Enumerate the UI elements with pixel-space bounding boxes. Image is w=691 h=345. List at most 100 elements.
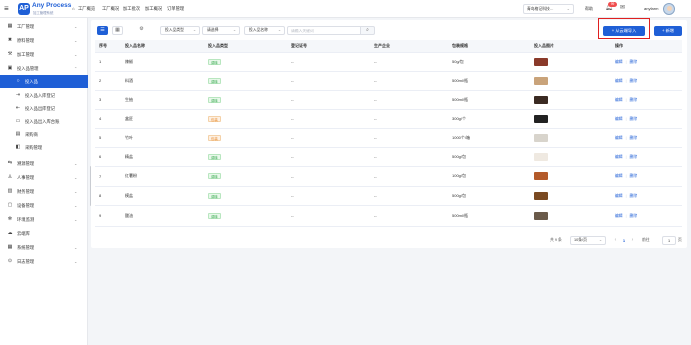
input-image[interactable] (534, 114, 548, 123)
column-header[interactable]: 投入品名称 (121, 40, 204, 53)
input-type-cell: 调味 (204, 90, 287, 110)
table-row[interactable]: 1 辣椒 调味 -- -- 50g/包 编辑 | 删除 (95, 52, 682, 72)
nav-item-process-overview[interactable]: 加工概况 (145, 6, 162, 12)
input-type-cell: 调味 (204, 147, 287, 167)
column-header[interactable]: 操作 (611, 40, 682, 53)
delete-button[interactable]: 删除 (630, 174, 638, 178)
edit-button[interactable]: 编辑 (615, 117, 623, 121)
sidebar-item-trace[interactable]: ⇆ 溯源管理 ⌄ (0, 157, 88, 170)
table-row[interactable]: 3 生抽 调味 -- -- 500ml/瓶 编辑 | 删除 (95, 90, 682, 110)
registration-number: -- (287, 90, 370, 110)
sidebar-item-log[interactable]: ⊙ 日志管理 ⌄ (0, 255, 88, 268)
column-header[interactable]: 登记证号 (287, 40, 370, 53)
sidebar-item-inbound[interactable]: ⇥ 投入品入库登记 (0, 89, 88, 102)
edit-button[interactable]: 编辑 (615, 194, 623, 198)
nav-item-batch[interactable]: 加工批次 (123, 6, 140, 12)
next-page-icon[interactable]: › (629, 236, 636, 245)
edit-button[interactable]: 编辑 (615, 174, 623, 178)
list-view-button[interactable]: ☰ (97, 26, 108, 35)
column-header[interactable]: 投入品图片 (530, 40, 611, 53)
delete-button[interactable]: 删除 (630, 79, 638, 83)
delete-button[interactable]: 删除 (630, 117, 638, 121)
sidebar-item-input[interactable]: ○ 投入品 (0, 75, 88, 88)
delete-button[interactable]: 删除 (630, 98, 638, 102)
add-button[interactable]: + 新增 (654, 26, 682, 36)
table-row[interactable]: 8 模盐 调味 -- -- 500g/包 编辑 | 删除 (95, 186, 682, 206)
column-header[interactable]: 投入品类型 (204, 40, 287, 53)
nav-item-factory-status[interactable]: 工厂概况 (102, 6, 119, 12)
username[interactable]: anyfarm (644, 6, 658, 11)
edit-button[interactable]: 编辑 (615, 136, 623, 140)
org-select[interactable]: 青岛格记科技… ⌄ (523, 4, 574, 14)
table-row[interactable]: 2 料酒 调味 -- -- 500ml/瓶 编辑 | 删除 (95, 71, 682, 91)
category-select[interactable]: 请选择 ⌄ (202, 26, 240, 35)
input-name-filter[interactable]: 投入品名称 ⌄ (244, 26, 285, 35)
edit-button[interactable]: 编辑 (615, 214, 623, 218)
sidebar-item-label: 设备管理 (17, 203, 35, 208)
row-index: 7 (95, 166, 121, 187)
column-header[interactable]: 序号 (95, 40, 121, 53)
sidebar-item-system[interactable]: ▦ 系统管理 ⌄ (0, 241, 88, 254)
edit-button[interactable]: 编辑 (615, 79, 623, 83)
package-spec: 100g/包 (448, 166, 530, 187)
sidebar-item-device[interactable]: ▢ 设备管理 ⌄ (0, 199, 88, 212)
delete-button[interactable]: 删除 (630, 136, 638, 140)
table-row[interactable]: 7 红薯粉 调味 -- -- 100g/包 编辑 | 删除 (95, 166, 682, 187)
edit-button[interactable]: 编辑 (615, 60, 623, 64)
page-size-select[interactable]: 10条/页 ⌄ (570, 236, 606, 245)
delete-button[interactable]: 删除 (630, 214, 638, 218)
input-image[interactable] (534, 152, 548, 161)
input-image[interactable] (534, 211, 548, 220)
input-type-tag: 调味 (208, 96, 221, 103)
sidebar-item-finance[interactable]: ▥ 财务管理 ⌄ (0, 185, 88, 198)
message-icon[interactable]: ✉ (619, 5, 626, 12)
sidebar-item-buyer[interactable]: ▤ 采购商 (0, 128, 88, 141)
sidebar-item-ledger[interactable]: ▭ 投入品出入库台账 (0, 115, 88, 128)
actions-cell: 编辑 | 删除 (611, 166, 682, 187)
table-row[interactable]: 6 精盐 调味 -- -- 500g/包 编辑 | 删除 (95, 147, 682, 167)
delete-button[interactable]: 删除 (630, 194, 638, 198)
actions-cell: 编辑 | 删除 (611, 147, 682, 167)
input-image[interactable] (534, 57, 548, 66)
input-image[interactable] (534, 191, 548, 200)
input-image[interactable] (534, 133, 548, 142)
delete-button[interactable]: 删除 (630, 155, 638, 159)
input-type-filter[interactable]: 投入品类型 ⌄ (160, 26, 200, 35)
sidebar-item-outbound[interactable]: ⇤ 投入品出库登记 (0, 102, 88, 115)
sidebar-item-purchase[interactable]: ◧ 采购管理 (0, 141, 88, 154)
prev-page-icon[interactable]: ‹ (612, 236, 619, 245)
sidebar-item-personnel[interactable]: ♙ 人事管理 ⌄ (0, 171, 88, 184)
menu-toggle-icon[interactable]: ≡ (4, 4, 13, 13)
sidebar-item-material[interactable]: ✖ 原料管理 ⌄ (0, 34, 88, 47)
goto-page-input[interactable] (662, 236, 676, 245)
grid-view-button[interactable]: ▦ (112, 26, 123, 35)
sidebar-item-process[interactable]: ⚒ 加工管理 ⌄ (0, 48, 88, 61)
nav-item-orders[interactable]: 订单管理 (167, 6, 184, 12)
current-page[interactable]: 1 (620, 236, 628, 245)
sidebar-item-factory[interactable]: ▦ 工厂管理 ⌄ (0, 20, 88, 33)
edit-button[interactable]: 编辑 (615, 155, 623, 159)
delete-button[interactable]: 删除 (630, 60, 638, 64)
search-input[interactable] (287, 26, 361, 35)
sidebar-item-environment[interactable]: ✻ 环境监测 ⌄ (0, 213, 88, 226)
avatar[interactable] (663, 3, 675, 15)
settings-icon[interactable]: ⚙ (136, 26, 147, 35)
nav-item-factory-overview[interactable]: 工厂概览 (78, 6, 95, 12)
sidebar-item-cloud[interactable]: ☁ 云端库 (0, 227, 88, 240)
column-header[interactable]: 包装规格 (448, 40, 530, 53)
nav-home-icon[interactable]: ⌂ (72, 6, 75, 11)
column-header[interactable]: 生产企业 (370, 40, 448, 53)
input-image[interactable] (534, 95, 548, 104)
help-link[interactable]: 帮助 (585, 6, 593, 12)
search-button[interactable]: ⌕ (361, 26, 375, 35)
edit-button[interactable]: 编辑 (615, 98, 623, 102)
table-row[interactable]: 9 酸油 调味 -- -- 500ml/瓶 编辑 | 删除 (95, 205, 682, 227)
table-row[interactable]: 4 盒匠 包装 -- -- 300g/个 编辑 | 删除 (95, 109, 682, 129)
input-image[interactable] (534, 76, 548, 85)
input-type-cell: 调味 (204, 186, 287, 206)
manufacturer: -- (370, 186, 448, 206)
app-logo[interactable]: AP Any Process 加工管理系统 (18, 2, 71, 16)
sidebar-item-input-management[interactable]: ▣ 投入品管理 ⌃ (0, 62, 88, 75)
input-image[interactable] (534, 172, 548, 180)
table-row[interactable]: 5 竹叶 包装 -- -- 1000个/箱 编辑 | 删除 (95, 128, 682, 148)
